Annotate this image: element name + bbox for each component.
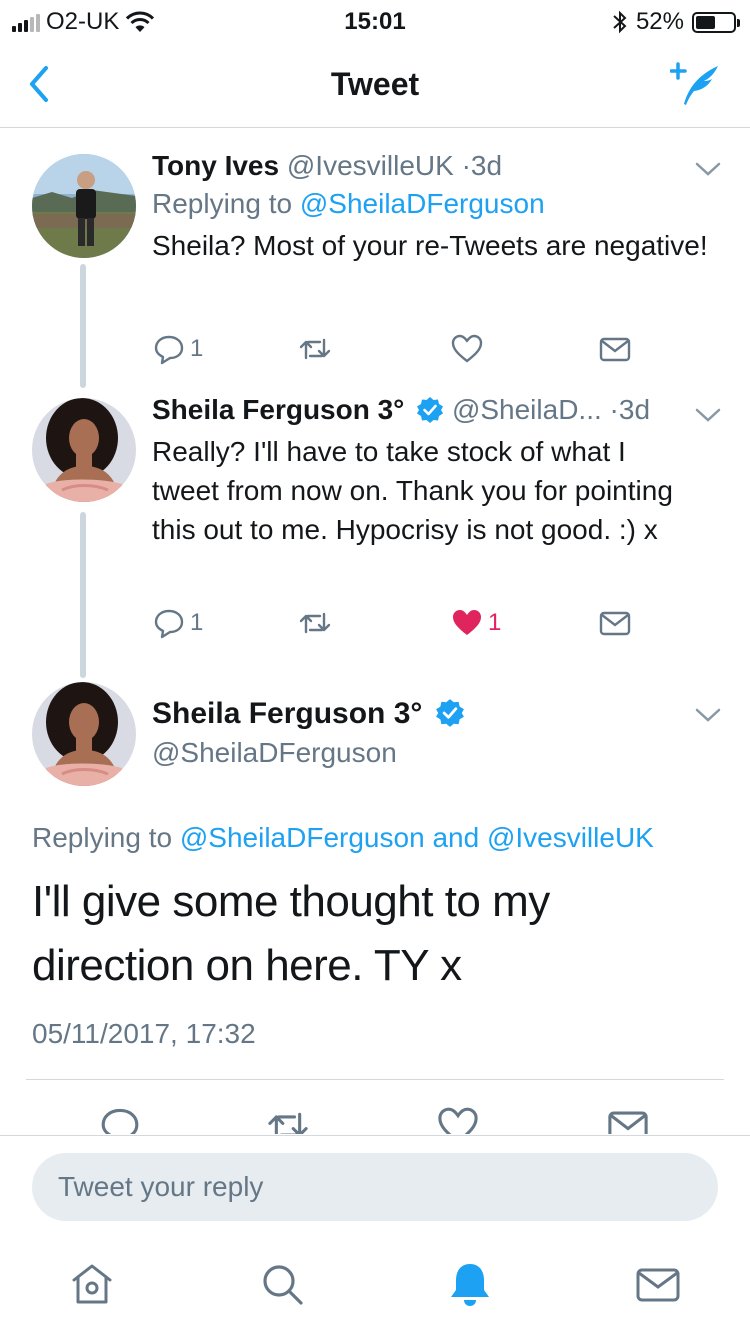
replying-label: Replying to	[152, 188, 293, 219]
envelope-icon	[636, 1268, 680, 1302]
home-icon	[72, 1264, 112, 1304]
separator: ·	[461, 150, 471, 181]
retweet-icon	[299, 338, 331, 360]
retweet-button[interactable]	[298, 332, 332, 366]
reply-bar	[0, 1135, 750, 1238]
tweet-actions: 1	[152, 332, 652, 372]
divider	[26, 1079, 724, 1080]
heart-outline-icon	[451, 334, 483, 363]
tweet-text: Really? I'll have to take stock of what …	[152, 436, 673, 545]
reply-icon	[154, 335, 184, 365]
battery-percent: 52%	[635, 8, 684, 35]
tab-notifications[interactable]	[446, 1260, 494, 1308]
mention-link[interactable]: @IvesvilleUK	[487, 822, 654, 853]
replying-to: Replying to @SheilaDFerguson and @Ivesvi…	[32, 822, 654, 854]
mention-link[interactable]: @SheilaDFerguson	[180, 822, 425, 853]
author-name[interactable]: Sheila Ferguson 3°	[152, 697, 422, 730]
compose-tweet-icon[interactable]	[670, 60, 722, 108]
reply-icon[interactable]	[98, 1104, 142, 1134]
reply-button[interactable]: 1	[152, 332, 203, 366]
retweet-button[interactable]	[298, 606, 332, 640]
verified-badge-icon	[435, 699, 464, 727]
replying-to: Replying to @SheilaDFerguson	[152, 184, 720, 224]
heart-outline-icon[interactable]	[436, 1104, 480, 1134]
timestamp: 3d	[618, 394, 651, 425]
author-name[interactable]: Tony Ives	[152, 150, 279, 181]
page-title: Tweet	[330, 66, 420, 102]
timestamp: 3d	[470, 150, 503, 181]
search-icon	[263, 1265, 303, 1305]
retweet-icon[interactable]	[266, 1104, 310, 1134]
reply-input[interactable]	[32, 1153, 718, 1221]
bluetooth-icon	[613, 10, 627, 34]
tweet-body: Tony Ives @IvesvilleUK ·3d Replying to @…	[152, 148, 720, 265]
tab-messages[interactable]	[634, 1260, 682, 1308]
reply-icon	[154, 609, 184, 639]
chevron-down-icon[interactable]	[694, 706, 722, 724]
heart-filled-icon	[453, 610, 481, 635]
tweet-text: Sheila? Most of your re-Tweets are negat…	[152, 230, 708, 261]
reply-count: 1	[190, 609, 204, 636]
thread-tweet[interactable]: Tony Ives @IvesvilleUK ·3d Replying to @…	[0, 128, 750, 388]
envelope-icon[interactable]	[606, 1104, 650, 1134]
envelope-icon	[599, 611, 631, 636]
chevron-down-icon[interactable]	[694, 406, 722, 424]
share-button[interactable]	[598, 332, 632, 366]
author-name[interactable]: Sheila Ferguson 3°	[152, 394, 404, 425]
battery-icon	[692, 11, 740, 33]
tweet-actions: 1 1	[152, 606, 652, 646]
tweet-header: Tony Ives @IvesvilleUK ·3d	[152, 148, 720, 184]
author-handle[interactable]: @IvesvilleUK	[287, 150, 454, 181]
tab-search[interactable]	[258, 1260, 306, 1308]
author-handle[interactable]: @SheilaD...	[452, 394, 602, 425]
tweet-header: Sheila Ferguson 3° @SheilaD... ·3d	[152, 392, 694, 428]
tab-home[interactable]	[68, 1260, 116, 1308]
and-link[interactable]: and	[432, 822, 479, 853]
avatar[interactable]	[32, 398, 136, 502]
share-button[interactable]	[598, 606, 632, 640]
reply-button[interactable]: 1	[152, 606, 203, 640]
main-tweet-header: Sheila Ferguson 3° @SheilaDFerguson	[152, 694, 465, 772]
replying-label: Replying to	[32, 822, 173, 853]
thread-connector	[80, 512, 86, 678]
tweet-body: Sheila Ferguson 3° @SheilaD... ·3d Reall…	[152, 392, 694, 549]
avatar[interactable]	[32, 682, 136, 786]
author-handle[interactable]: @SheilaDFerguson	[152, 734, 465, 772]
avatar[interactable]	[32, 154, 136, 258]
tweet-date: 05/11/2017, 17:32	[32, 1018, 256, 1049]
navigation-bar: Tweet	[0, 40, 750, 128]
envelope-icon	[599, 337, 631, 362]
tab-bar	[0, 1238, 750, 1334]
like-button[interactable]	[450, 332, 484, 366]
mention-link[interactable]: @SheilaDFerguson	[300, 188, 545, 219]
thread-connector	[80, 264, 86, 388]
status-bar: O2-UK 15:01 52%	[0, 0, 750, 40]
author-name-row: Sheila Ferguson 3°	[152, 694, 465, 734]
battery-group: 52%	[612, 8, 740, 36]
like-button[interactable]: 1	[450, 606, 501, 640]
bell-icon	[451, 1264, 489, 1306]
reply-count: 1	[190, 335, 204, 362]
retweet-icon	[299, 612, 331, 634]
tweet-text: I'll give some thought to my direction o…	[32, 877, 550, 990]
thread-tweet[interactable]: Sheila Ferguson 3° @SheilaD... ·3d Reall…	[0, 388, 750, 678]
separator: ·	[609, 394, 619, 425]
like-count: 1	[488, 609, 502, 636]
verified-badge-icon	[417, 397, 444, 423]
main-tweet-actions	[0, 1100, 750, 1134]
